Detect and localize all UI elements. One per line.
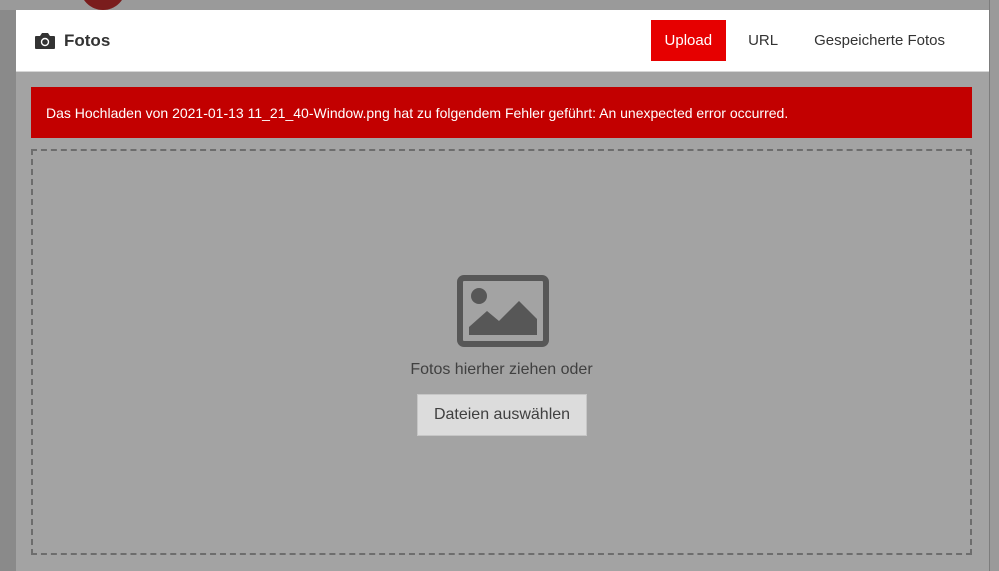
modal-title: Fotos [64,31,111,50]
dropzone-hint: Fotos hierher ziehen oder [410,361,593,378]
modal-header: Fotos Upload URL Gespeicherte Fotos [16,10,989,72]
source-tabs: Upload URL Gespeicherte Fotos [643,20,959,61]
upload-dropzone[interactable]: Fotos hierher ziehen oder Dateien auswäh… [31,149,972,555]
modal-title-group: Fotos [34,29,110,53]
error-banner: Das Hochladen von 2021-01-13 11_21_40-Wi… [31,87,972,138]
tab-url[interactable]: URL [734,20,792,61]
error-message: Das Hochladen von 2021-01-13 11_21_40-Wi… [46,104,789,121]
background-scroll-edge [989,0,999,571]
choose-files-button[interactable]: Dateien auswählen [417,394,587,436]
camera-icon [35,33,55,49]
tab-upload[interactable]: Upload [650,20,727,61]
tab-saved-photos[interactable]: Gespeicherte Fotos [800,20,959,61]
background-header-strip [0,0,999,10]
photos-modal: Fotos Upload URL Gespeicherte Fotos Das … [16,10,989,571]
image-icon [457,275,549,347]
